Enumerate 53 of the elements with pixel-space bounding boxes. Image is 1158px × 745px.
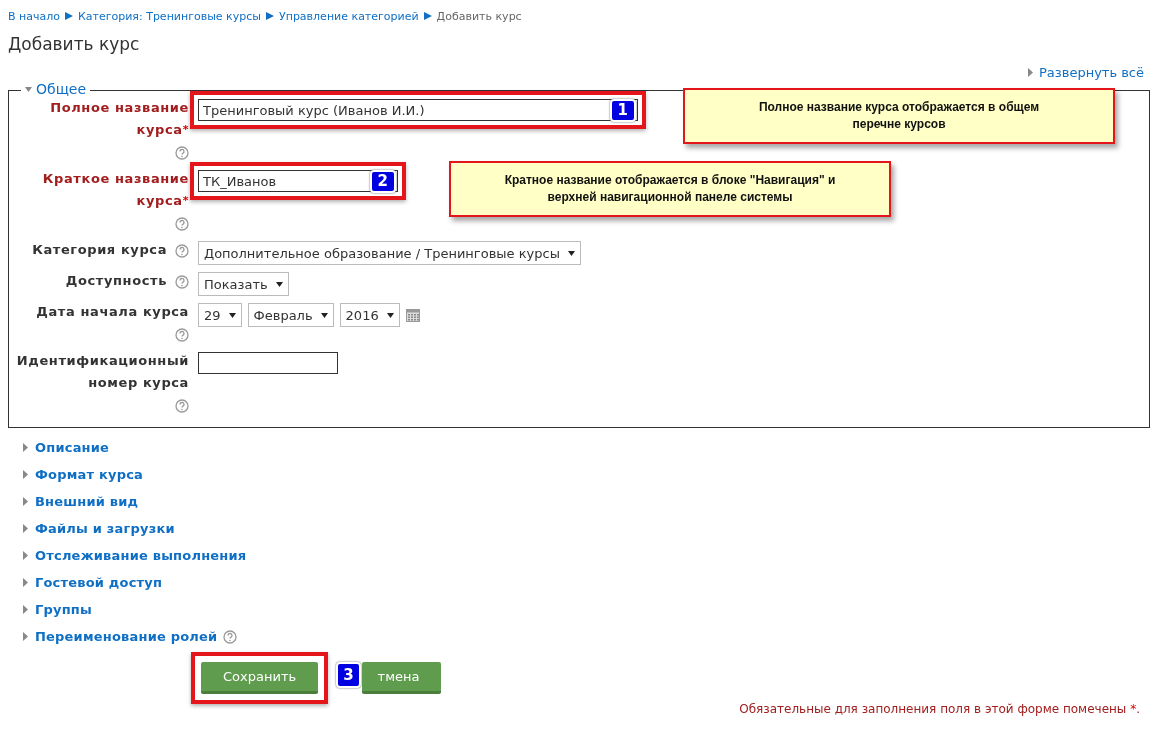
separator-icon <box>65 12 73 20</box>
callout-note: Полное название курса отображается в общем перечне курсов <box>683 88 1115 144</box>
expand-icon <box>1027 67 1034 77</box>
breadcrumb-link[interactable]: В начало <box>8 9 60 23</box>
expand-all-link[interactable]: Развернуть всё <box>1039 64 1144 80</box>
caret-icon <box>320 312 328 318</box>
caret-icon <box>275 281 283 287</box>
section-header[interactable]: Файлы и загрузки <box>35 521 175 536</box>
section-header[interactable]: Переименование ролей <box>35 629 218 644</box>
section-header[interactable]: Формат курса <box>35 467 144 482</box>
breadcrumb-link[interactable]: Управление категорией <box>279 9 419 23</box>
section-header[interactable]: Гостевой доступ <box>35 575 163 590</box>
page-title: Добавить курс <box>8 34 141 54</box>
form-button[interactable]: Сохранить <box>201 662 319 694</box>
help-icon[interactable] <box>175 145 189 160</box>
required-note: Обязательные для заполнения поля в этой форме помечены *. <box>738 702 1141 716</box>
breadcrumb-link[interactable]: Категория: Тренинговые курсы <box>78 9 261 23</box>
section-header[interactable]: Описание <box>35 440 110 455</box>
help-icon[interactable] <box>175 216 189 231</box>
section-header[interactable]: Внешний вид <box>35 494 139 509</box>
number-badge: 1 <box>609 99 636 122</box>
help-icon[interactable] <box>223 629 238 644</box>
field-label: Идентификационный номер курса <box>16 352 189 392</box>
text-field[interactable] <box>198 352 338 374</box>
dropdown[interactable]: Показать <box>198 272 289 296</box>
toggle-icon <box>25 84 32 94</box>
number-badge: 2 <box>369 170 396 193</box>
help-icon[interactable] <box>175 398 189 413</box>
callout-note: Кратное название отображается в блоке "Навигация" и верхней навигационной панеле системы <box>449 161 891 217</box>
caret-icon <box>228 312 236 318</box>
help-icon[interactable] <box>175 274 189 289</box>
separator-icon <box>266 12 274 20</box>
dropdown[interactable]: Дополнительное образование / Тренинговые курсы <box>198 241 581 265</box>
form-button[interactable]: тмена <box>361 662 442 694</box>
caret-icon <box>386 312 394 318</box>
number-badge: 3 <box>336 662 361 688</box>
breadcrumb-link[interactable]: Добавить курс <box>436 9 522 23</box>
field-label: Краткое название курса* <box>41 170 189 210</box>
separator-icon <box>423 12 432 20</box>
help-icon[interactable] <box>175 327 189 342</box>
section-header[interactable]: Отслеживание выполнения <box>35 548 247 563</box>
field-label: Полное название курса* <box>49 99 189 139</box>
section-header[interactable]: Группы <box>35 602 92 617</box>
field-label: Дата начала курса <box>36 303 189 321</box>
calendar-icon[interactable] <box>405 308 420 322</box>
field-label: Доступность <box>65 272 167 290</box>
dropdown[interactable]: Февраль <box>247 303 334 327</box>
dropdown[interactable]: 2016 <box>339 303 400 327</box>
dropdown[interactable]: 29 <box>198 303 242 327</box>
help-icon[interactable] <box>175 243 189 258</box>
section-header[interactable]: Общее <box>21 81 91 97</box>
caret-icon <box>567 250 575 256</box>
field-label: Категория курса <box>32 241 167 259</box>
